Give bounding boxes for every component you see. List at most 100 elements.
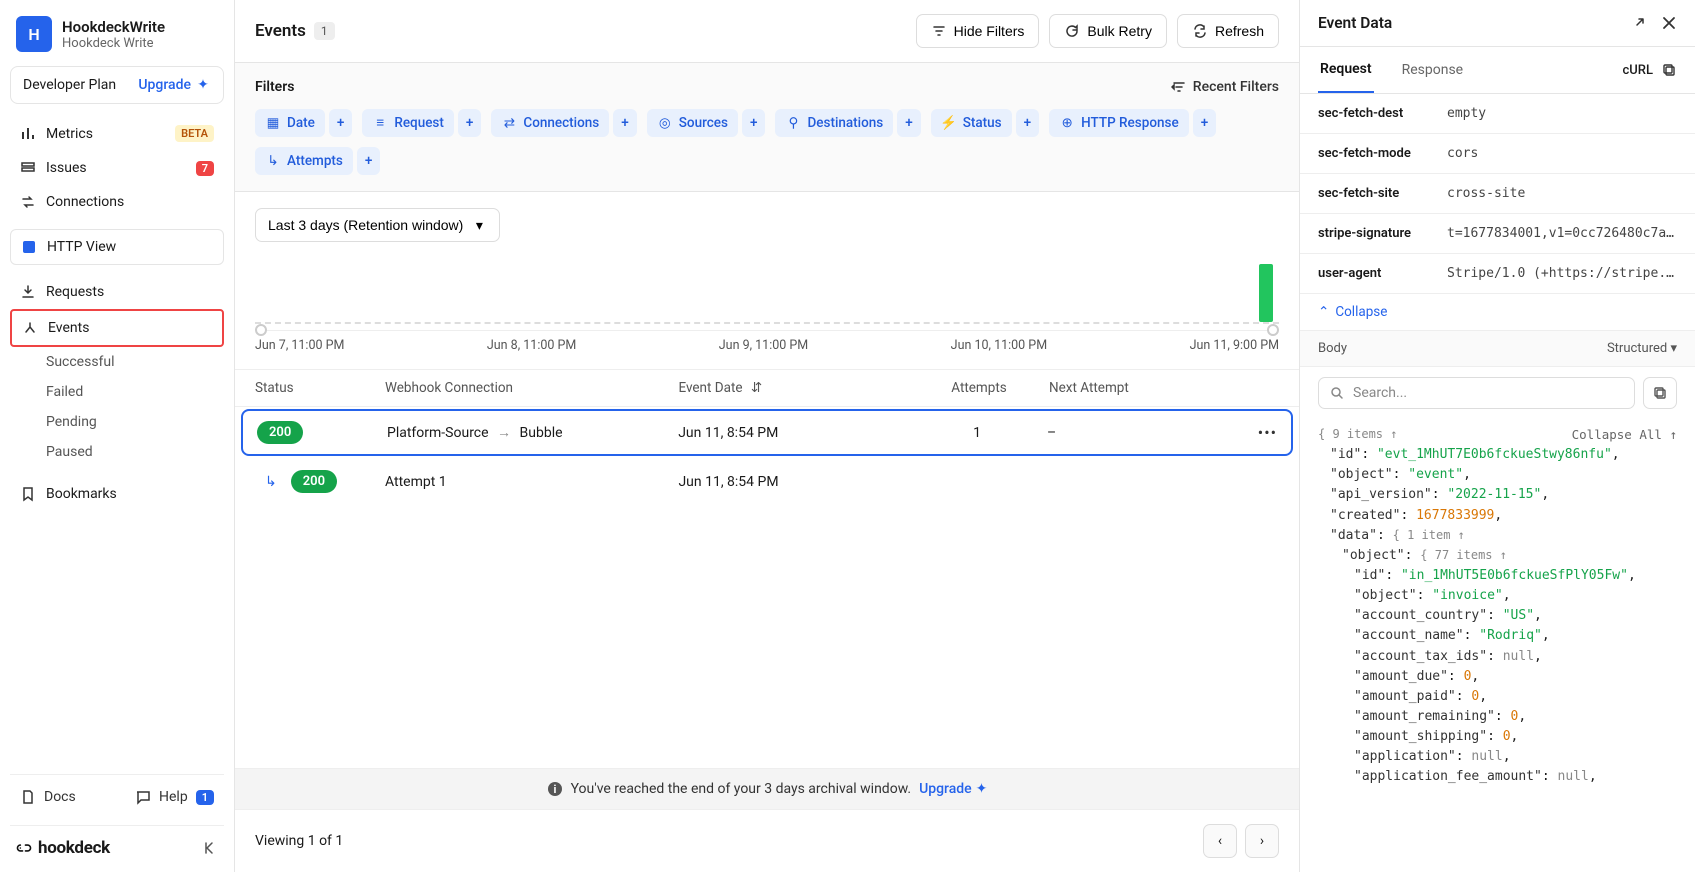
chart-bar xyxy=(1259,264,1273,322)
body-header: Body Structured ▾ xyxy=(1300,330,1695,367)
row-menu-icon[interactable]: ••• xyxy=(1258,423,1277,442)
tab-response[interactable]: Response xyxy=(1400,48,1466,92)
nav-http-view[interactable]: HTTP View xyxy=(10,229,224,265)
bulk-retry-button[interactable]: Bulk Retry xyxy=(1049,14,1167,48)
filter-status-add[interactable]: + xyxy=(1016,109,1040,137)
filter-status[interactable]: ⚡Status xyxy=(931,109,1012,137)
nav-events-pending[interactable]: Pending xyxy=(10,407,224,437)
retry-icon xyxy=(1064,23,1080,39)
nav-requests[interactable]: Requests xyxy=(10,275,224,309)
sparkle-icon: ✦ xyxy=(976,781,988,797)
header-row: stripe-signaturet=1677834001,v1=0cc72648… xyxy=(1300,214,1695,254)
event-row[interactable]: 200 Platform-Source → Bubble Jun 11, 8:5… xyxy=(241,409,1293,456)
tab-request[interactable]: Request xyxy=(1318,47,1374,93)
nav-issues[interactable]: Issues 7 xyxy=(10,151,224,185)
hide-filters-button[interactable]: Hide Filters xyxy=(916,14,1040,48)
sort-icon: ⇵ xyxy=(749,380,765,396)
document-icon xyxy=(20,789,36,805)
filter-sources[interactable]: ◎Sources xyxy=(647,109,738,137)
filter-attempts[interactable]: ↳Attempts xyxy=(255,147,353,175)
bar-chart-icon xyxy=(20,126,36,142)
curl-copy[interactable]: cURL xyxy=(1623,62,1678,78)
col-next-attempt[interactable]: Next Attempt xyxy=(1049,380,1229,396)
filter-date[interactable]: ▦Date xyxy=(255,109,325,137)
timeline-slider[interactable] xyxy=(255,324,1279,334)
org-switcher[interactable]: H HookdeckWrite Hookdeck Write xyxy=(10,10,224,58)
filter-request-add[interactable]: + xyxy=(458,109,482,137)
col-attempts[interactable]: Attempts xyxy=(909,380,1049,396)
upgrade-link[interactable]: Upgrade ✦ xyxy=(138,77,211,93)
connection-cell: Platform-Source → Bubble xyxy=(387,424,678,441)
close-icon[interactable] xyxy=(1661,15,1677,31)
filter-connections-add[interactable]: + xyxy=(613,109,637,137)
slider-handle-left[interactable] xyxy=(255,324,267,336)
filter-http-response[interactable]: ⊕HTTP Response xyxy=(1049,109,1189,137)
nav-events-paused[interactable]: Paused xyxy=(10,437,224,467)
info-icon: i xyxy=(547,781,563,797)
sparkle-icon: ✦ xyxy=(195,77,211,93)
arrow-right-icon: → xyxy=(497,425,511,441)
filter-sources-add[interactable]: + xyxy=(742,109,766,137)
filters-title: Filters xyxy=(255,79,294,95)
brand-logo[interactable]: hookdeck xyxy=(16,838,110,858)
nav-events-failed[interactable]: Failed xyxy=(10,377,224,407)
slider-handle-right[interactable] xyxy=(1267,324,1279,336)
filter-destinations[interactable]: ⚲Destinations xyxy=(775,109,893,137)
recent-filters-button[interactable]: Recent Filters xyxy=(1171,79,1279,95)
nav-events[interactable]: Events xyxy=(10,309,224,347)
copy-body-button[interactable] xyxy=(1643,377,1677,409)
nav-metrics[interactable]: Metrics BETA xyxy=(10,116,224,151)
next-page-button[interactable]: › xyxy=(1245,824,1279,858)
org-name: HookdeckWrite xyxy=(62,18,165,36)
nav-bookmarks[interactable]: Bookmarks xyxy=(10,477,224,511)
globe-icon: ⊕ xyxy=(1059,115,1075,131)
header-row: sec-fetch-sitecross-site xyxy=(1300,174,1695,214)
caret-down-icon: ▾ xyxy=(1670,341,1677,356)
link-icon: ⇄ xyxy=(501,115,517,131)
sidebar: H HookdeckWrite Hookdeck Write Developer… xyxy=(0,0,235,872)
json-viewer[interactable]: { 9 items ↑Collapse All ↑ "id": "evt_1Mh… xyxy=(1300,419,1695,804)
col-event-date[interactable]: Event Date⇵ xyxy=(678,380,909,396)
chat-icon xyxy=(135,789,151,805)
bolt-icon: ⚡ xyxy=(941,115,957,131)
chevron-left-icon: ‹ xyxy=(1218,833,1222,849)
filter-destinations-add[interactable]: + xyxy=(897,109,921,137)
timeline-chart[interactable] xyxy=(255,254,1279,324)
attempt-row[interactable]: ↳ 200 Attempt 1 Jun 11, 8:54 PM xyxy=(235,458,1299,505)
timeline-labels: Jun 7, 11:00 PM Jun 8, 11:00 PM Jun 9, 1… xyxy=(255,334,1279,361)
attempt-date: Jun 11, 8:54 PM xyxy=(678,474,909,490)
plan-box: Developer Plan Upgrade ✦ xyxy=(10,66,224,104)
search-icon xyxy=(1329,385,1345,401)
caret-down-icon: ▾ xyxy=(471,217,487,233)
col-connection[interactable]: Webhook Connection xyxy=(385,380,678,396)
body-search[interactable]: Search... xyxy=(1318,377,1635,409)
refresh-button[interactable]: Refresh xyxy=(1177,14,1279,48)
calendar-icon: ▦ xyxy=(265,115,281,131)
panel-tabs: Request Response cURL xyxy=(1300,47,1695,94)
retention-dropdown[interactable]: Last 3 days (Retention window) ▾ xyxy=(255,208,500,242)
filters-bar: Filters Recent Filters ▦Date+ ≡Request+ … xyxy=(235,63,1299,192)
expand-icon[interactable] xyxy=(1631,15,1647,31)
stack-icon xyxy=(20,160,36,176)
history-icon xyxy=(1171,79,1187,95)
structured-toggle[interactable]: Structured ▾ xyxy=(1607,341,1677,356)
banner-upgrade-link[interactable]: Upgrade ✦ xyxy=(919,781,987,797)
nav-events-successful[interactable]: Successful xyxy=(10,347,224,377)
help-link[interactable]: Help 1 xyxy=(129,781,220,813)
copy-icon xyxy=(1661,62,1677,78)
prev-page-button[interactable]: ‹ xyxy=(1203,824,1237,858)
filter-connections[interactable]: ⇄Connections xyxy=(491,109,609,137)
collapse-headers[interactable]: ⌃Collapse xyxy=(1300,294,1695,330)
filter-date-add[interactable]: + xyxy=(329,109,353,137)
filter-icon xyxy=(931,23,947,39)
nav-connections[interactable]: Connections xyxy=(10,185,224,219)
collapse-sidebar-icon[interactable] xyxy=(202,840,218,856)
header-row: sec-fetch-modecors xyxy=(1300,134,1695,174)
filter-request[interactable]: ≡Request xyxy=(362,109,454,137)
col-status[interactable]: Status xyxy=(255,380,385,396)
plan-label: Developer Plan xyxy=(23,77,116,93)
docs-link[interactable]: Docs xyxy=(14,781,82,813)
collapse-all-button[interactable]: Collapse All ↑ xyxy=(1572,425,1677,444)
filter-attempts-add[interactable]: + xyxy=(357,147,381,175)
filter-http-response-add[interactable]: + xyxy=(1193,109,1217,137)
